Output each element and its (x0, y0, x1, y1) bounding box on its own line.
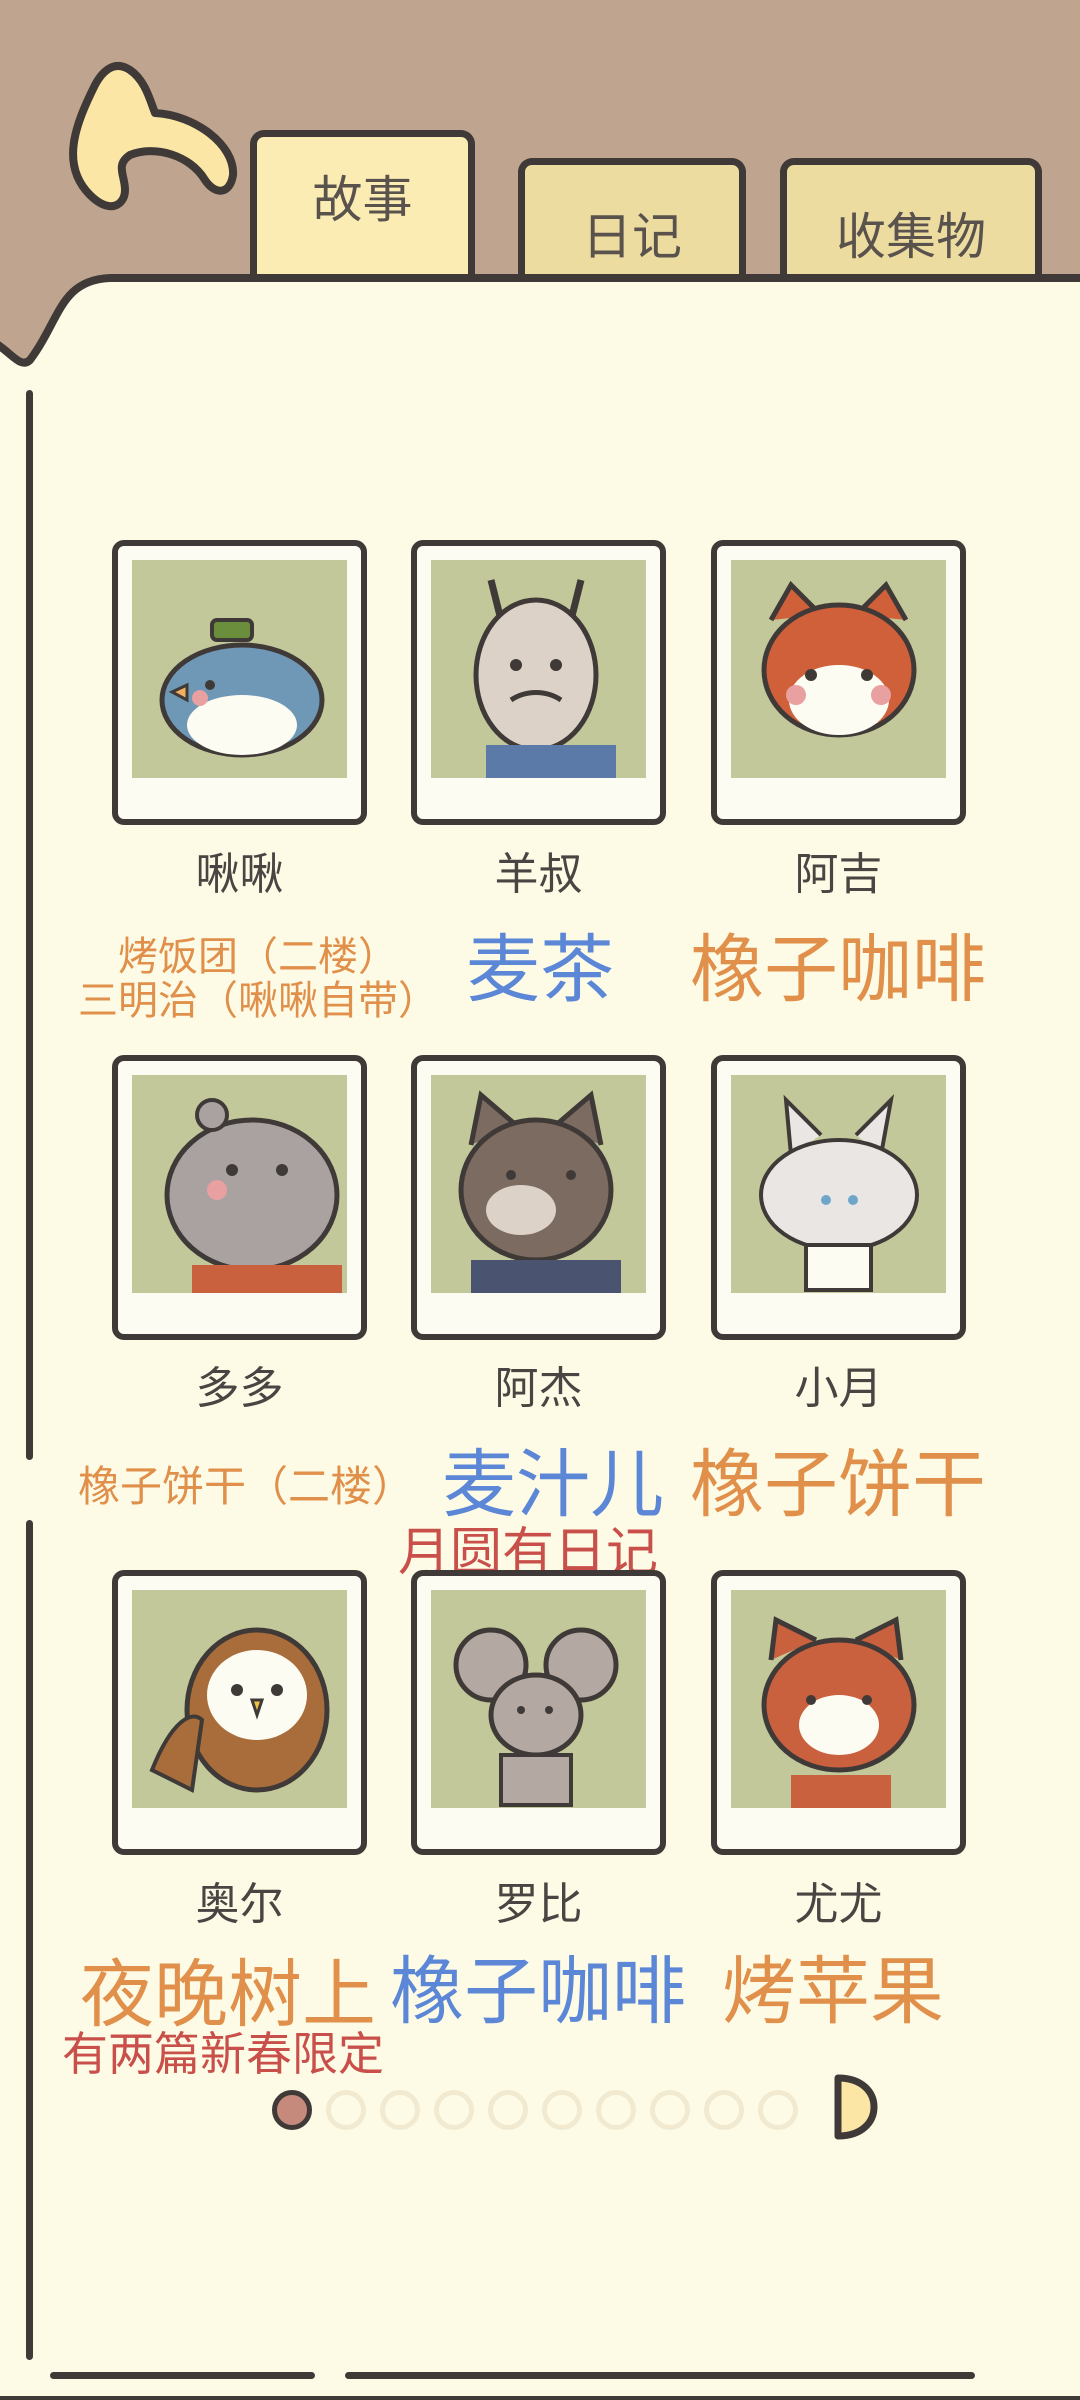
page-dot-10[interactable] (758, 2090, 798, 2130)
food-note-duoduo: 橡子饼干（二楼） (78, 1462, 415, 1511)
character-name: 尤尤 (794, 1879, 883, 1930)
page-indicator (272, 2085, 812, 2135)
food-note-jiujiu-2: 三明治（啾啾自带） (78, 978, 438, 1024)
character-card-ajie[interactable] (411, 1055, 666, 1340)
back-arrow-icon[interactable] (55, 55, 245, 235)
page-dot-5[interactable] (488, 2090, 528, 2130)
character-card-aji[interactable] (711, 540, 966, 825)
character-card-aoer[interactable] (112, 1570, 367, 1855)
character-card-luobi[interactable] (411, 1570, 666, 1855)
character-card-youyou[interactable] (711, 1570, 966, 1855)
character-card-jiujiu[interactable] (112, 540, 367, 825)
character-name: 奥尔 (195, 1879, 284, 1930)
food-note-luobi: 橡子咖啡 (390, 1949, 686, 2035)
character-name: 罗比 (494, 1879, 583, 1930)
next-page-icon[interactable] (832, 2072, 880, 2142)
tab-diary-label: 日记 (582, 207, 682, 266)
character-name: 多多 (195, 1363, 284, 1414)
mouse-portrait-icon (431, 1590, 646, 1808)
tab-story[interactable]: 故事 (250, 130, 475, 280)
owl-portrait-icon (132, 1590, 347, 1808)
top-bar: 故事 日记 收集物 (0, 0, 1080, 300)
page-dot-1[interactable] (272, 2090, 312, 2130)
tab-story-label: 故事 (312, 171, 413, 229)
wolf-portrait-icon (431, 1075, 646, 1293)
page-dot-4[interactable] (434, 2090, 474, 2130)
page-dot-8[interactable] (650, 2090, 690, 2130)
page-dot-6[interactable] (542, 2090, 582, 2130)
character-name: 啾啾 (195, 849, 284, 900)
page-margin-line (26, 390, 33, 1460)
white-cat-portrait-icon (731, 1075, 946, 1293)
diary-note-aoer: 有两篇新春限定 (62, 2027, 384, 2081)
page-dot-3[interactable] (380, 2090, 420, 2130)
character-card-xiaoyue[interactable] (711, 1055, 966, 1340)
page-dot-9[interactable] (704, 2090, 744, 2130)
page-bottom-line (50, 2372, 315, 2379)
food-note-aji: 橡子咖啡 (690, 927, 986, 1013)
page-bottom-line (345, 2372, 975, 2379)
food-note-xiaoyue: 橡子饼干 (690, 1442, 986, 1528)
character-card-duoduo[interactable] (112, 1055, 367, 1340)
fox-portrait-icon (731, 560, 946, 778)
hippo-portrait-icon (132, 1075, 347, 1293)
red-panda-portrait-icon (731, 1590, 946, 1808)
character-name: 小月 (794, 1363, 883, 1414)
food-note-youyou: 烤苹果 (722, 1949, 944, 2035)
character-name: 羊叔 (494, 849, 583, 900)
character-card-yangshu[interactable] (411, 540, 666, 825)
food-note-yangshu: 麦茶 (466, 927, 614, 1013)
character-name: 阿吉 (794, 849, 883, 900)
page-dot-7[interactable] (596, 2090, 636, 2130)
character-name: 阿杰 (494, 1363, 583, 1414)
bird-portrait-icon (132, 560, 347, 778)
page-dot-2[interactable] (326, 2090, 366, 2130)
tab-collection-label: 收集物 (836, 207, 986, 266)
page-margin-line (26, 1520, 33, 2360)
goat-portrait-icon (431, 560, 646, 778)
